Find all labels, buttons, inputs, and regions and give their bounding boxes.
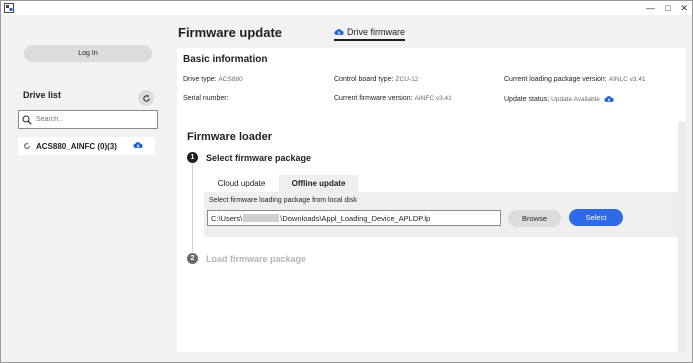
sidebar: Log In Drive list ACS880_AINFC (0)(3) [2,15,169,362]
basic-information-card: Basic information Drive type: ACS880 Seri… [177,48,686,126]
cloud-download-icon [133,142,143,148]
update-source-tabs: Cloud update Offline update [204,175,358,192]
window-controls: — □ ✕ [646,1,688,15]
step-number: 1 [187,152,198,163]
connection-status-icon [24,143,30,149]
step-select-package: 1 Select firmware package [187,152,311,163]
app-icon [4,3,14,13]
step-number: 2 [187,253,198,264]
cloud-download-icon [604,96,614,102]
path-suffix: \Downloads\Appl_Loading_Device_APLDP.lp [280,213,431,223]
select-button[interactable]: Select [569,209,623,226]
drive-type-value: ACS880 [218,76,243,83]
loading-package-row: Current loading package version: AINLC v3… [504,76,646,83]
firmware-loader-title: Firmware loader [187,131,272,143]
close-icon[interactable]: ✕ [680,3,688,14]
tab-label: Drive firmware [347,27,406,37]
tab-drive-firmware[interactable]: Drive firmware [334,27,406,41]
firmware-version-label: Current firmware version: [334,95,413,102]
scrollbar[interactable] [678,122,686,352]
login-button[interactable]: Log In [24,45,152,62]
update-status-value: Update Available [551,95,600,103]
step-label: Select firmware package [206,152,312,163]
file-path-field[interactable]: C:\Users\ \Downloads\Appl_Loading_Device_… [207,210,501,226]
step-label: Load firmware package [206,253,307,264]
title-bar: — □ ✕ [1,1,692,15]
search-input[interactable] [36,116,146,123]
path-prefix: C:\Users\ [211,213,243,223]
control-board-label: Control board type: [334,76,394,83]
loading-package-label: Current loading package version: [504,76,607,83]
browse-button[interactable]: Browse [508,210,561,227]
minimize-icon[interactable]: — [646,3,655,13]
step-connector [192,164,193,252]
update-status-row: Update status: Update Available [504,95,614,103]
offline-update-panel: Select firmware loading package from loc… [204,192,678,237]
serial-number-label: Serial number: [183,95,229,102]
search-icon [22,114,32,125]
app-window: — □ ✕ Log In Drive list ACS880_AINFC (0) [0,0,693,363]
refresh-icon [142,94,150,102]
search-field[interactable] [18,110,158,129]
drive-list-title: Drive list [23,90,62,100]
page-title: Firmware update [178,25,283,40]
step-load-package: 2 Load firmware package [187,253,306,264]
firmware-loader-card: Firmware loader 1 Select firmware packag… [177,122,678,352]
firmware-version-value: AINFC v3.41 [414,95,452,102]
redacted-username [243,214,280,222]
control-board-value: ZCU-12 [395,76,419,83]
tab-cloud-update[interactable]: Cloud update [204,175,279,192]
basic-information-title: Basic information [183,54,268,65]
drive-type-row: Drive type: ACS880 [183,76,243,83]
drive-list-item[interactable]: ACS880_AINFC (0)(3) [18,137,155,155]
main-content: Firmware update Drive firmware Basic inf… [169,15,692,362]
control-board-row: Control board type: ZCU-12 [334,76,418,83]
drive-type-label: Drive type: [183,76,217,83]
loading-package-value: AINLC v3.41 [608,76,646,83]
serial-number-row: Serial number: [183,95,231,102]
firmware-version-row: Current firmware version: AINFC v3.41 [334,95,452,102]
tab-offline-update[interactable]: Offline update [279,175,358,192]
maximize-icon[interactable]: □ [665,3,670,13]
update-status-label: Update status: [504,95,550,103]
cloud-download-icon [334,29,344,35]
refresh-button[interactable] [138,90,154,106]
panel-label: Select firmware loading package from loc… [209,197,357,204]
drive-item-label: ACS880_AINFC (0)(3) [36,141,117,151]
